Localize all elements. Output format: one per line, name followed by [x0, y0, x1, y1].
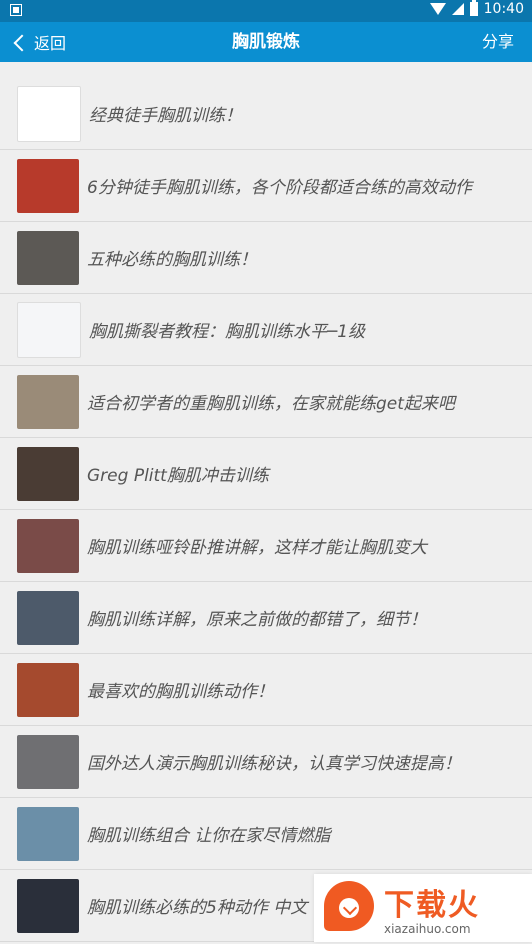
list-item-title: 适合初学者的重胸肌训练，在家就能练get起来吧 [87, 394, 455, 414]
video-thumbnail [17, 662, 79, 717]
list-item-title: 最喜欢的胸肌训练动作！ [87, 682, 274, 702]
list-item[interactable]: 经典徒手胸肌训练！ [0, 78, 532, 150]
watermark-cn: 下载火 [384, 888, 480, 923]
video-thumbnail [17, 374, 79, 429]
video-thumbnail [17, 590, 79, 645]
list-item-title: 五种必练的胸肌训练！ [87, 250, 257, 270]
list-item[interactable]: 最喜欢的胸肌训练动作！ [0, 654, 532, 726]
list-item-title: 胸肌训练详解，原来之前做的都错了，细节！ [87, 610, 427, 630]
video-thumbnail [17, 230, 79, 285]
list-item-title: Greg Plitt胸肌冲击训练 [87, 466, 269, 486]
flame-logo-icon [322, 881, 376, 935]
watermark-logo: 下载火 xiazaihuo.com [314, 874, 532, 942]
list-item[interactable]: 胸肌训练详解，原来之前做的都错了，细节！ [0, 582, 532, 654]
list-item-title: 6分钟徒手胸肌训练，各个阶段都适合练的高效动作 [87, 178, 472, 198]
status-bar: 10:40 [0, 0, 532, 22]
list-item-title: 胸肌训练哑铃卧推讲解，这样才能让胸肌变大 [87, 538, 427, 558]
share-button[interactable]: 分享 [482, 22, 514, 62]
video-thumbnail [17, 806, 79, 861]
video-list: 经典徒手胸肌训练！ 6分钟徒手胸肌训练，各个阶段都适合练的高效动作 五种必练的胸肌训… [0, 78, 532, 942]
list-item[interactable]: 6分钟徒手胸肌训练，各个阶段都适合练的高效动作 [0, 150, 532, 222]
top-bar: 返回 胸肌锻炼 分享 [0, 22, 532, 62]
list-item[interactable]: 国外达人演示胸肌训练秘诀，认真学习快速提高！ [0, 726, 532, 798]
video-thumbnail [17, 878, 79, 933]
list-item[interactable]: 胸肌撕裂者教程：胸肌训练水平─1级 [0, 294, 532, 366]
list-item[interactable]: 适合初学者的重胸肌训练，在家就能练get起来吧 [0, 366, 532, 438]
list-item-title: 胸肌撕裂者教程：胸肌训练水平─1级 [89, 322, 366, 342]
video-thumbnail [17, 301, 81, 358]
wifi-icon [429, 3, 446, 15]
list-item-title: 国外达人演示胸肌训练秘诀，认真学习快速提高！ [87, 754, 461, 774]
video-thumbnail [17, 446, 79, 501]
video-thumbnail [17, 158, 79, 213]
status-time: 10:40 [483, 1, 524, 17]
video-thumbnail [17, 85, 81, 142]
list-item[interactable]: 胸肌训练哑铃卧推讲解，这样才能让胸肌变大 [0, 510, 532, 582]
list-item-title: 经典徒手胸肌训练！ [89, 106, 242, 126]
notification-icon [10, 4, 22, 16]
list-item[interactable]: 胸肌训练组合 让你在家尽情燃脂 [0, 798, 532, 870]
list-item[interactable]: Greg Plitt胸肌冲击训练 [0, 438, 532, 510]
signal-icon [451, 3, 464, 15]
battery-icon [469, 0, 478, 16]
list-item[interactable]: 五种必练的胸肌训练！ [0, 222, 532, 294]
watermark-en: xiazaihuo.com [384, 922, 471, 936]
page-title: 胸肌锻炼 [232, 32, 300, 52]
video-thumbnail [17, 518, 79, 573]
video-thumbnail [17, 734, 79, 789]
list-item-title: 胸肌训练组合 让你在家尽情燃脂 [87, 826, 331, 846]
